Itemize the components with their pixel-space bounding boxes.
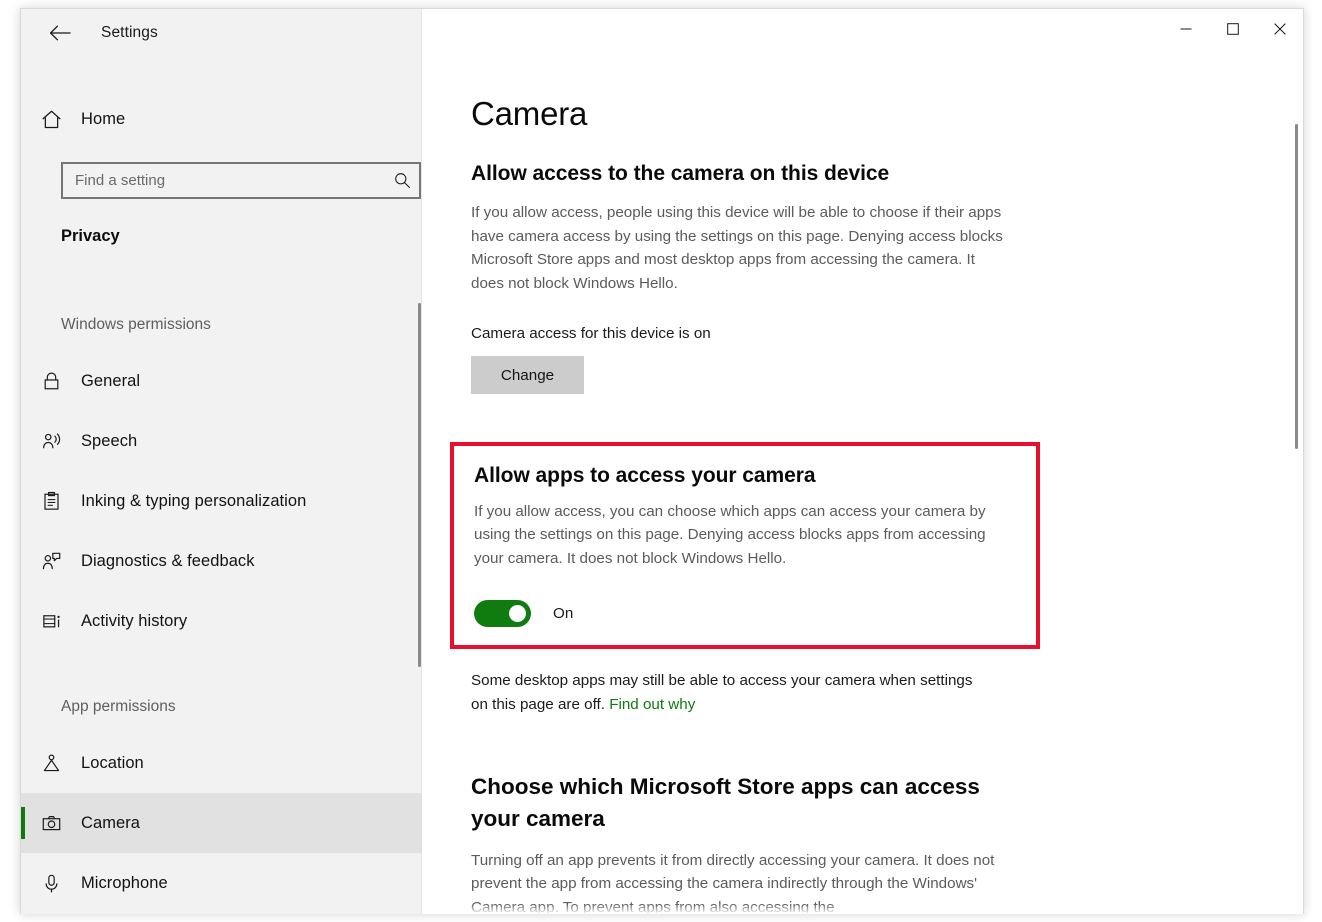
activity-history-icon xyxy=(21,611,81,632)
sidebar-item-home[interactable]: Home xyxy=(21,95,422,143)
main-scrollbar[interactable] xyxy=(1294,59,1299,899)
allow-apps-heading: Allow apps to access your camera xyxy=(474,462,1016,490)
device-access-heading: Allow access to the camera on this devic… xyxy=(471,160,1304,188)
allow-apps-toggle-label: On xyxy=(553,605,573,622)
sidebar-item-general[interactable]: General xyxy=(21,351,422,411)
sidebar-item-label: Inking & typing personalization xyxy=(81,492,306,511)
page-title: Camera xyxy=(471,95,1304,133)
allow-apps-toggle-row: On xyxy=(474,600,1016,627)
sidebar-scrollbar[interactable] xyxy=(418,303,422,667)
window-title: Settings xyxy=(101,9,158,57)
allow-apps-highlight-box: Allow apps to access your camera If you … xyxy=(450,442,1040,649)
microphone-icon xyxy=(21,873,81,894)
close-icon xyxy=(1274,23,1286,35)
window-controls xyxy=(1162,9,1303,49)
content-inner: Camera Allow access to the camera on thi… xyxy=(422,9,1304,914)
desktop-apps-note: Some desktop apps may still be able to a… xyxy=(471,669,991,717)
sidebar-nav-list: Windows permissions General xyxy=(21,299,422,914)
camera-icon xyxy=(21,813,81,834)
sidebar-item-microphone[interactable]: Microphone xyxy=(21,853,422,913)
main-content: Camera Allow access to the camera on thi… xyxy=(422,9,1304,914)
toggle-knob xyxy=(509,605,526,622)
sidebar-item-activity-history[interactable]: Activity history xyxy=(21,591,422,651)
sidebar-item-label: Camera xyxy=(81,814,140,833)
maximize-button[interactable] xyxy=(1209,9,1256,49)
sidebar-category-title: Privacy xyxy=(61,227,120,246)
sidebar-item-label: Microphone xyxy=(81,874,168,893)
lock-icon xyxy=(21,371,81,392)
change-button[interactable]: Change xyxy=(471,356,584,394)
store-apps-description: Turning off an app prevents it from dire… xyxy=(471,849,1008,914)
sidebar-item-label: Activity history xyxy=(81,612,187,631)
home-icon xyxy=(21,108,81,131)
sidebar-item-inking-typing-personalization[interactable]: Inking & typing personalization xyxy=(21,471,422,531)
sidebar-group-header-windows-permissions: Windows permissions xyxy=(21,299,422,351)
back-arrow-icon xyxy=(49,25,71,41)
sidebar-item-diagnostics-feedback[interactable]: Diagnostics & feedback xyxy=(21,531,422,591)
main-scrollbar-thumb[interactable] xyxy=(1295,124,1298,449)
settings-window: Settings xyxy=(20,8,1304,914)
sidebar-home-label: Home xyxy=(81,110,125,129)
find-out-why-link[interactable]: Find out why xyxy=(609,696,695,713)
minimize-button[interactable] xyxy=(1162,9,1209,49)
back-button[interactable] xyxy=(37,17,83,49)
sidebar: Home Privacy Windows permissions xyxy=(21,9,422,914)
allow-apps-toggle[interactable] xyxy=(474,600,531,627)
search-input[interactable] xyxy=(63,172,385,189)
sidebar-item-label: Location xyxy=(81,754,144,773)
device-access-status: Camera access for this device is on xyxy=(471,325,1304,342)
title-bar: Settings xyxy=(21,9,1303,57)
sidebar-group-header-app-permissions: App permissions xyxy=(21,681,422,733)
search-icon xyxy=(385,172,419,189)
minimize-icon xyxy=(1180,23,1192,35)
close-button[interactable] xyxy=(1256,9,1303,49)
device-access-description: If you allow access, people using this d… xyxy=(471,201,1008,295)
sidebar-item-camera[interactable]: Camera xyxy=(21,793,422,853)
feedback-person-icon xyxy=(21,551,81,572)
search-box[interactable] xyxy=(61,162,421,199)
desktop-apps-note-text: Some desktop apps may still be able to a… xyxy=(471,672,972,713)
allow-apps-description: If you allow access, you can choose whic… xyxy=(474,500,1016,571)
store-apps-heading: Choose which Microsoft Store apps can ac… xyxy=(471,771,1001,835)
sidebar-item-label: Speech xyxy=(81,432,137,451)
sidebar-item-location[interactable]: Location xyxy=(21,733,422,793)
sidebar-item-label: Diagnostics & feedback xyxy=(81,552,255,571)
maximize-icon xyxy=(1227,23,1239,35)
sidebar-item-speech[interactable]: Speech xyxy=(21,411,422,471)
speech-person-icon xyxy=(21,431,81,452)
clipboard-icon xyxy=(21,491,81,512)
location-pin-icon xyxy=(21,753,81,774)
sidebar-scrollbar-thumb[interactable] xyxy=(418,303,421,667)
sidebar-item-label: General xyxy=(81,372,140,391)
screenshot-root: Settings xyxy=(0,0,1322,922)
